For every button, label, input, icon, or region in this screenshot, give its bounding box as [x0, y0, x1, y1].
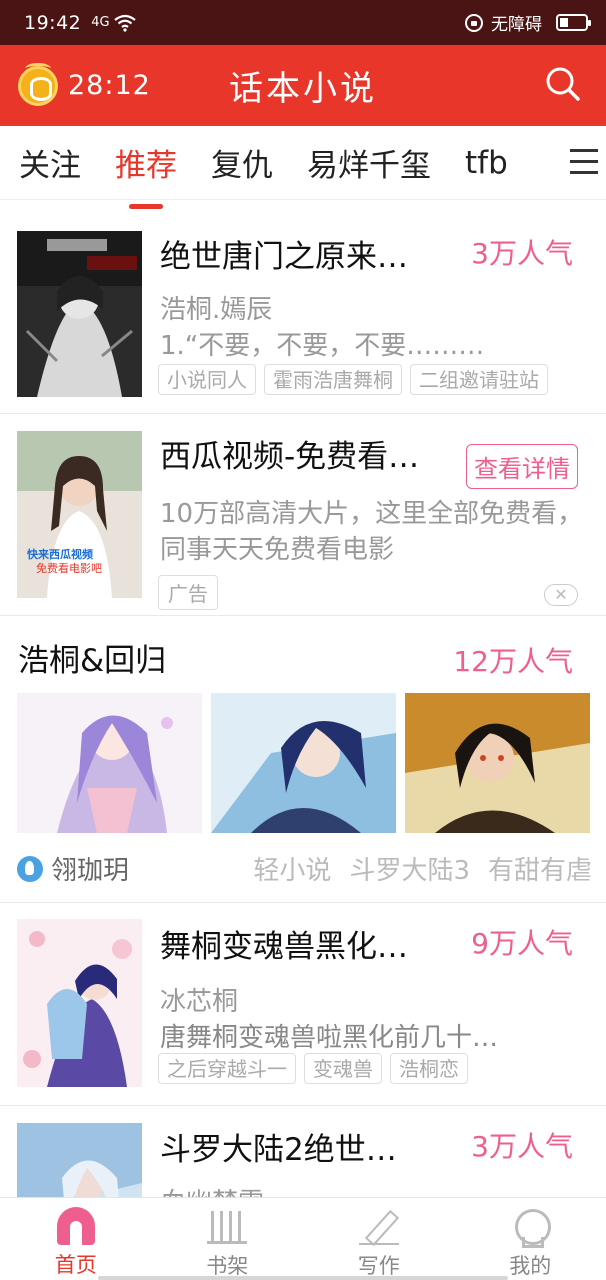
feed-list[interactable]: 绝世唐门之原来… 3万人气 浩桐.嫣辰 1.“不要，不要，不要……… 小说同人 … — [0, 201, 606, 1197]
bottom-navigation: 首页 书架 写作 我的 — [0, 1197, 606, 1280]
tag-list: 之后穿越斗一 变魂兽 浩桐恋 — [158, 1053, 468, 1084]
nav-label: 首页 — [54, 1253, 97, 1277]
home-icon — [56, 1207, 95, 1245]
tag-chip[interactable]: 二组邀请驻站 — [410, 364, 548, 395]
tag-chip[interactable]: 之后穿越斗一 — [158, 1053, 296, 1084]
view-details-button[interactable]: 查看详情 — [466, 444, 578, 489]
tag-chip[interactable]: 变魂兽 — [304, 1053, 382, 1084]
nav-write[interactable]: 写作 — [303, 1198, 455, 1280]
topic-images — [17, 693, 590, 833]
wifi-icon — [113, 14, 136, 32]
book-cover-image — [17, 1123, 142, 1197]
search-icon[interactable] — [544, 65, 582, 103]
pen-icon — [358, 1207, 399, 1246]
menu-icon[interactable] — [570, 149, 598, 175]
topic-title: 浩桐&回归 — [18, 643, 167, 679]
topic-image — [17, 693, 202, 833]
book-description: 唐舞桐变魂兽啦黑化前几十… — [160, 1023, 499, 1053]
book-author: 冰芯桐 — [160, 987, 239, 1017]
avatar[interactable] — [17, 855, 43, 882]
tag-chip[interactable]: 小说同人 — [158, 364, 256, 395]
book-card[interactable]: 斗罗大陆2绝世… 3万人气 血幽梦雪 — [0, 1106, 606, 1197]
nav-profile[interactable]: 我的 — [455, 1198, 606, 1280]
book-cover-image — [17, 231, 142, 397]
ad-cover-caption-2: 免费看电影吧 — [36, 562, 102, 575]
book-author: 血幽梦雪 — [160, 1182, 264, 1197]
status-bar: 19:42 4G 无障碍 — [0, 0, 606, 45]
profile-icon — [510, 1207, 552, 1248]
topic-footer: 翎珈玥 轻小说 斗罗大陆3 有甜有虐 — [17, 850, 592, 887]
nav-label: 我的 — [509, 1254, 552, 1278]
tab-yiyangqianxi[interactable]: 易烊千玺 — [290, 140, 448, 185]
bookshelf-icon — [207, 1207, 248, 1246]
book-cover-image — [17, 919, 142, 1087]
ad-description: 10万部高清大片，这里全部免费看，同事天天免费看电影 — [160, 499, 584, 565]
topic-card[interactable]: 浩桐&回归 12万人气 翎珈玥 轻小说 斗罗大陆3 有甜有虐 — [0, 616, 606, 903]
book-title: 绝世唐门之原来… — [160, 239, 408, 275]
popularity-count: 12万人气 — [453, 645, 573, 678]
tag-list: 小说同人 霍雨浩唐舞桐 二组邀请驻站 — [158, 364, 548, 395]
timer-text: 28:12 — [68, 70, 151, 101]
status-time: 19:42 — [24, 11, 82, 34]
topic-tag[interactable]: 轻小说 — [253, 850, 331, 887]
close-ad-icon[interactable]: ✕ — [544, 584, 578, 606]
alarm-coin-icon — [18, 62, 58, 106]
signal-icon: 4G — [91, 15, 110, 30]
tag-chip[interactable]: 浩桐恋 — [390, 1053, 468, 1084]
topic-tag[interactable]: 斗罗大陆3 — [349, 850, 470, 887]
book-card[interactable]: 绝世唐门之原来… 3万人气 浩桐.嫣辰 1.“不要，不要，不要……… 小说同人 … — [0, 201, 606, 414]
tag-chip[interactable]: 霍雨浩唐舞桐 — [264, 364, 402, 395]
topic-image — [211, 693, 396, 833]
topic-tag-list: 轻小说 斗罗大陆3 有甜有虐 — [253, 850, 592, 887]
book-author: 浩桐.嫣辰 — [160, 295, 273, 325]
book-card[interactable]: 舞桐变魂兽黑化… 9万人气 冰芯桐 唐舞桐变魂兽啦黑化前几十… 之后穿越斗一 变… — [0, 903, 606, 1106]
ad-card[interactable]: 快来西瓜视频 免费看电影吧 西瓜视频-免费看… 查看详情 10万部高清大片，这里… — [0, 414, 606, 616]
topic-author[interactable]: 翎珈玥 — [51, 850, 129, 887]
home-indicator — [98, 1276, 508, 1280]
book-description: 1.“不要，不要，不要……… — [160, 331, 485, 361]
nav-home[interactable]: 首页 — [0, 1198, 152, 1280]
book-title: 斗罗大陆2绝世… — [160, 1132, 397, 1168]
category-tabs: 关注 推荐 复仇 易烊千玺 tfb — [0, 126, 606, 209]
popularity-count: 9万人气 — [471, 927, 573, 960]
tab-follow[interactable]: 关注 — [0, 140, 98, 185]
nav-bookshelf[interactable]: 书架 — [152, 1198, 304, 1280]
topic-tag[interactable]: 有甜有虐 — [488, 850, 592, 887]
popularity-count: 3万人气 — [471, 237, 573, 270]
ad-label: 广告 — [158, 575, 218, 610]
tab-tfb[interactable]: tfb — [448, 145, 514, 181]
topic-image — [405, 693, 590, 833]
app-header: 28:12 话本小说 — [0, 45, 606, 126]
popularity-count: 3万人气 — [471, 1130, 573, 1163]
book-title: 舞桐变魂兽黑化… — [160, 929, 408, 965]
tab-recommend[interactable]: 推荐 — [98, 140, 194, 209]
battery-icon — [556, 14, 591, 31]
lock-icon — [465, 13, 483, 32]
accessibility-label: 无障碍 — [491, 15, 542, 35]
ad-title: 西瓜视频-免费看… — [160, 439, 420, 475]
reading-timer[interactable]: 28:12 — [18, 62, 151, 106]
tab-revenge[interactable]: 复仇 — [194, 140, 290, 185]
